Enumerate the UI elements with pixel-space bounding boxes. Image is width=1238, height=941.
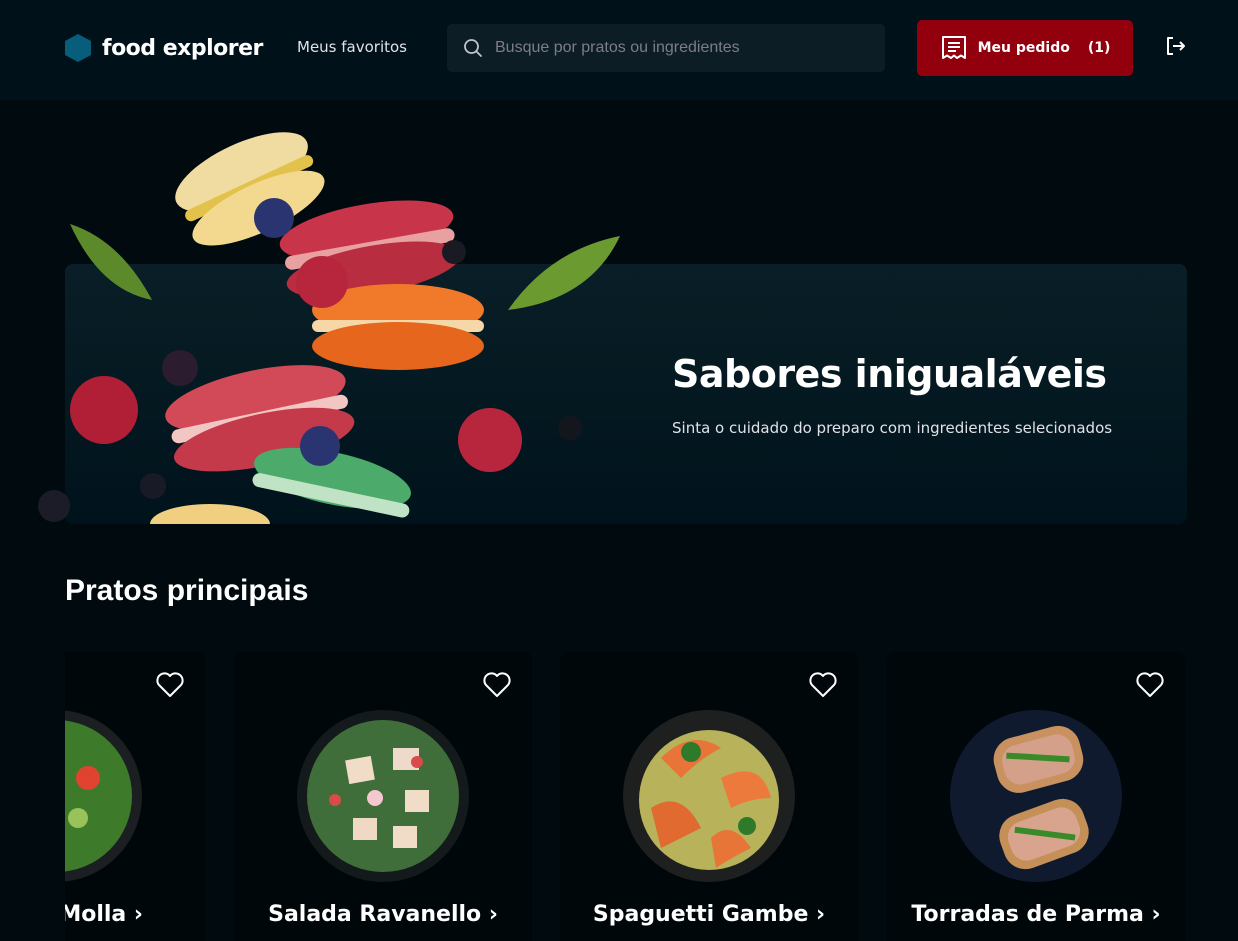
dishes-carousel: Molla › Salada Ravanello › Spaguetti Gam… [65, 652, 1187, 941]
dish-name[interactable]: Salada Ravanello › [234, 902, 532, 927]
heart-icon[interactable] [155, 670, 185, 698]
order-count: (1) [1087, 40, 1111, 56]
search-input[interactable] [495, 39, 875, 57]
dish-name[interactable]: Spaguetti Gambe › [560, 902, 858, 927]
heart-icon[interactable] [1135, 670, 1165, 698]
favorites-link[interactable]: Meus favoritos [297, 38, 407, 56]
my-order-button[interactable]: Meu pedido (1) [917, 20, 1133, 76]
banner-subtitle: Sinta o cuidado do preparo com ingredien… [672, 419, 1113, 437]
brand-logo[interactable]: food explorer [64, 33, 263, 63]
salad-plate-icon [65, 710, 142, 882]
salad-plate-icon [297, 710, 469, 882]
brand-name: food explorer [102, 35, 263, 61]
dish-name[interactable]: Molla › [65, 902, 143, 927]
heart-icon[interactable] [808, 670, 838, 698]
heart-icon[interactable] [482, 670, 512, 698]
dish-name[interactable]: Torradas de Parma › [887, 902, 1185, 927]
dish-card[interactable]: Torradas de Parma › [887, 652, 1185, 941]
top-header: food explorer Meus favoritos Meu pedido … [0, 0, 1238, 100]
receipt-icon [941, 36, 966, 59]
pasta-plate-icon [623, 710, 795, 882]
order-button-label: Meu pedido [977, 40, 1070, 56]
hexagon-logo-icon [65, 34, 91, 62]
banner-title: Sabores inigualáveis [672, 352, 1107, 396]
toast-plate-icon [950, 710, 1122, 882]
macarons-illustration [38, 132, 620, 524]
sign-out-icon[interactable] [1164, 34, 1188, 58]
dish-card[interactable]: Salada Ravanello › [234, 652, 532, 941]
search-icon [464, 39, 482, 57]
section-title-main-dishes: Pratos principais [65, 574, 309, 607]
dish-card[interactable]: Molla › [65, 652, 205, 941]
search-bar[interactable] [447, 24, 885, 72]
dish-card[interactable]: Spaguetti Gambe › [560, 652, 858, 941]
